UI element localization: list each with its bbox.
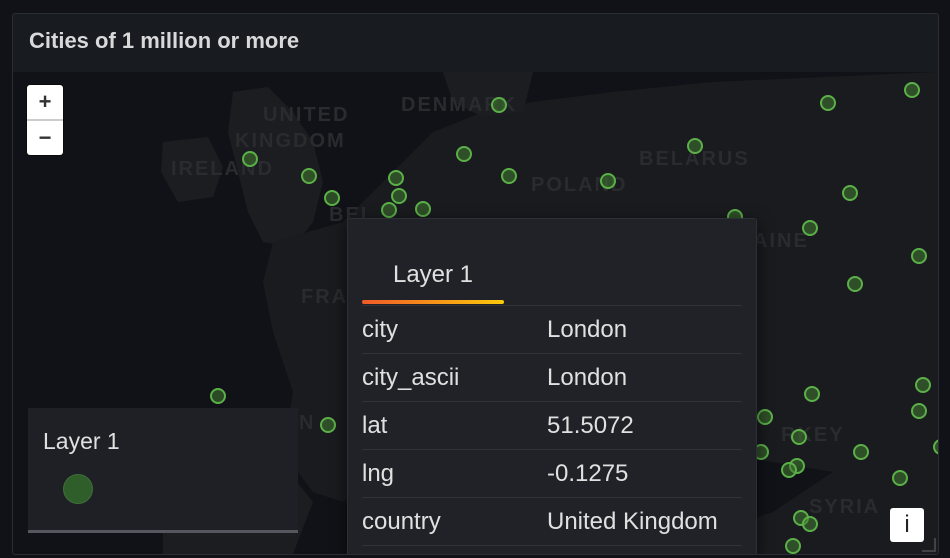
panel-title: Cities of 1 million or more: [29, 28, 300, 53]
city-marker[interactable]: [687, 138, 703, 154]
tab-label: Layer 1: [392, 261, 474, 288]
city-marker[interactable]: [388, 170, 404, 186]
map-label-aine: AINE: [753, 230, 809, 252]
city-marker[interactable]: [911, 248, 927, 264]
tooltip-row: city_ascii London: [362, 354, 742, 402]
city-marker[interactable]: [785, 538, 801, 554]
map-label-kingdom: KINGDOM: [235, 130, 346, 152]
tooltip-row: country United Kingdom: [362, 498, 742, 546]
row-key: city_ascii: [362, 364, 460, 391]
row-value: -0.1275: [547, 460, 629, 487]
data-tooltip: Layer 1 city London city_ascii London la…: [347, 218, 757, 554]
city-marker[interactable]: [911, 403, 927, 419]
zoom-out-button[interactable]: −: [27, 119, 63, 155]
row-key: city: [362, 316, 398, 343]
row-key: lat: [362, 412, 388, 439]
city-marker[interactable]: [491, 97, 507, 113]
city-marker[interactable]: [904, 82, 920, 98]
legend-title: Layer 1: [43, 428, 120, 454]
row-value: 51.5072: [547, 412, 634, 439]
tab-layer-1[interactable]: Layer 1: [362, 257, 504, 304]
city-marker[interactable]: [781, 462, 797, 478]
city-marker[interactable]: [600, 173, 616, 189]
legend-marker-icon: [63, 474, 93, 504]
geomap[interactable]: UNITED KINGDOM IRELAND DENMARK BELARUS P…: [13, 72, 938, 554]
row-key: country: [362, 508, 441, 535]
city-marker[interactable]: [853, 444, 869, 460]
city-marker[interactable]: [381, 202, 397, 218]
zoom-in-button[interactable]: +: [27, 85, 63, 119]
city-marker[interactable]: [804, 386, 820, 402]
city-marker[interactable]: [892, 470, 908, 486]
tooltip-row: lat 51.5072: [362, 402, 742, 450]
map-label-united: UNITED: [263, 104, 350, 126]
tooltip-row: city London: [362, 306, 742, 354]
zoom-control: + −: [27, 85, 63, 155]
row-value: London: [547, 364, 628, 391]
city-marker[interactable]: [301, 168, 317, 184]
city-marker[interactable]: [242, 151, 258, 167]
city-marker[interactable]: [847, 276, 863, 292]
info-button[interactable]: i: [890, 508, 924, 542]
city-marker[interactable]: [820, 95, 836, 111]
map-label-fra: FRA: [301, 286, 349, 308]
city-marker[interactable]: [391, 188, 407, 204]
active-tab-indicator: [362, 300, 504, 304]
row-value: London: [547, 316, 628, 343]
map-panel: Cities of 1 million or more UNITED KINGD…: [12, 13, 939, 555]
city-marker[interactable]: [915, 377, 931, 393]
city-marker[interactable]: [757, 409, 773, 425]
map-label-syria: SYRIA: [809, 496, 881, 518]
city-marker[interactable]: [415, 201, 431, 217]
city-marker[interactable]: [324, 190, 340, 206]
city-marker[interactable]: [320, 417, 336, 433]
resize-handle-icon[interactable]: [922, 538, 936, 552]
tooltip-row: lng -0.1275: [362, 450, 742, 498]
city-marker[interactable]: [802, 220, 818, 236]
city-marker[interactable]: [210, 388, 226, 404]
city-marker[interactable]: [501, 168, 517, 184]
city-marker[interactable]: [791, 429, 807, 445]
city-marker[interactable]: [842, 185, 858, 201]
map-label-ireland: IRELAND: [171, 158, 274, 180]
city-marker[interactable]: [456, 146, 472, 162]
row-key: lng: [362, 460, 395, 487]
row-value: United Kingdom: [547, 508, 718, 535]
city-marker[interactable]: [802, 516, 818, 532]
map-label-n: N: [299, 412, 316, 434]
map-legend: Layer 1: [28, 408, 298, 533]
